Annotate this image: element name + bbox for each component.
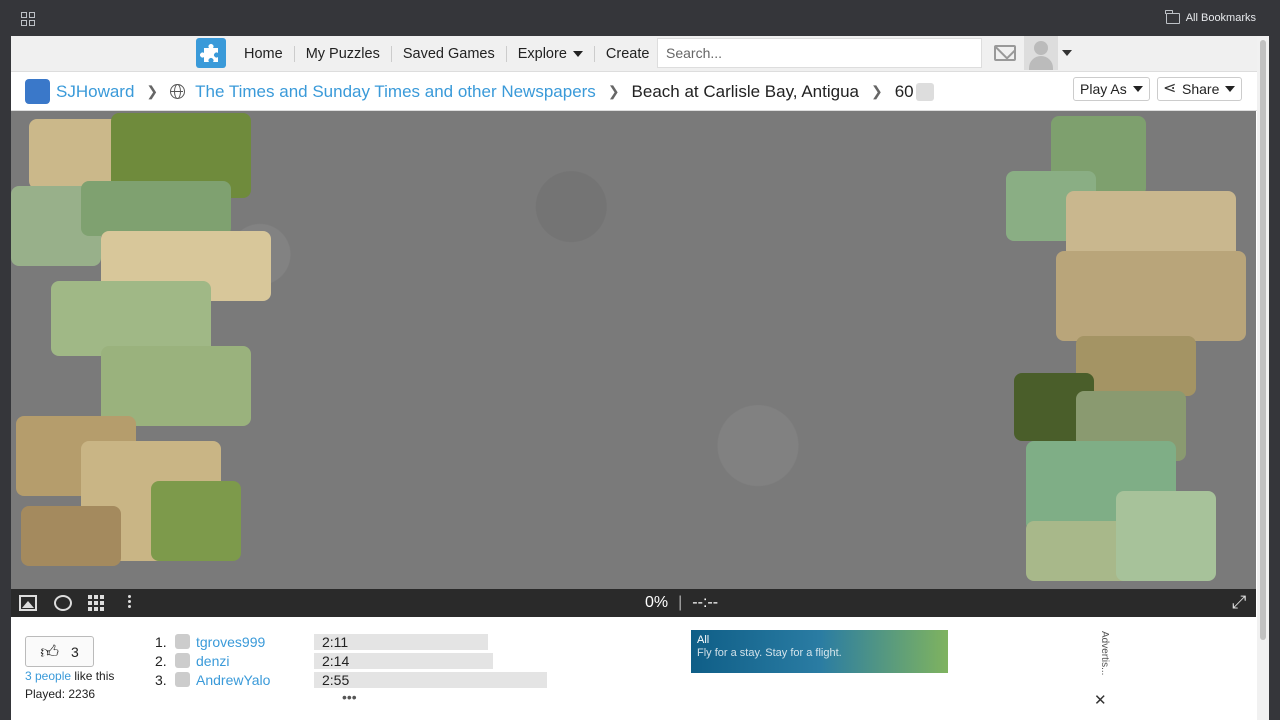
rank: 3.: [155, 671, 167, 688]
breadcrumb-collection[interactable]: The Times and Sunday Times and other New…: [195, 82, 596, 102]
puzzle-piece[interactable]: [1076, 336, 1196, 396]
puzzle-piece[interactable]: [51, 281, 211, 356]
avatar: [175, 653, 190, 668]
play-as-label: Play As: [1080, 81, 1127, 97]
share-label: Share: [1182, 81, 1220, 97]
nav-saved-games[interactable]: Saved Games: [392, 46, 507, 62]
breadcrumb-user[interactable]: SJHoward: [56, 82, 134, 102]
progress-display: 0% | --:--: [645, 594, 718, 612]
likes-suffix: like this: [71, 669, 115, 683]
all-bookmarks-label: All Bookmarks: [1185, 12, 1256, 24]
play-as-button[interactable]: Play As: [1073, 77, 1150, 101]
solve-time: 2:11: [314, 633, 488, 650]
author-avatar[interactable]: [25, 79, 50, 104]
piece-pile-right[interactable]: [996, 111, 1256, 589]
page-scrollbar[interactable]: [1257, 36, 1269, 720]
ad-tag: All: [697, 634, 710, 646]
rank: 1.: [155, 633, 167, 650]
chevron-right-icon: ❯: [607, 83, 620, 99]
piece-count[interactable]: 60: [895, 82, 934, 102]
leaderboard: 1. tgroves999 2:11 2. denzi 2:14 3. Andr…: [155, 632, 547, 689]
ad-label: Advertis...: [1099, 631, 1110, 676]
ad-banner[interactable]: All Fly for a stay. Stay for a flight.: [691, 630, 948, 673]
chevron-down-icon: [1225, 86, 1236, 92]
leaderboard-row: 3. AndrewYalo 2:55: [155, 670, 547, 689]
timer: --:--: [692, 594, 719, 611]
puzzle-piece[interactable]: [29, 119, 119, 189]
more-scores-button[interactable]: •••: [342, 689, 357, 705]
puzzle-board[interactable]: [11, 111, 1256, 589]
fullscreen-icon[interactable]: [1232, 592, 1248, 613]
sort-pieces-icon[interactable]: [88, 595, 104, 611]
apps-grid-icon[interactable]: [21, 12, 35, 26]
puzzle-piece[interactable]: [151, 481, 241, 561]
globe-icon: [170, 84, 186, 99]
leaderboard-row: 1. tgroves999 2:11: [155, 632, 547, 651]
chevron-down-icon[interactable]: [1062, 50, 1072, 56]
scrollbar-thumb[interactable]: [1260, 40, 1266, 640]
puzzle-piece[interactable]: [101, 346, 251, 426]
played-count: Played: 2236: [25, 687, 96, 701]
progress-percent: 0%: [645, 594, 669, 611]
puzzle-piece[interactable]: [1116, 491, 1216, 581]
leaderboard-row: 2. denzi 2:14: [155, 651, 547, 670]
piece-pile-left[interactable]: [11, 111, 281, 589]
mail-icon[interactable]: [994, 45, 1016, 61]
browser-bookmarks-bar: All Bookmarks: [0, 0, 1280, 36]
more-options-icon[interactable]: [128, 595, 132, 611]
progress-divider: |: [678, 594, 683, 611]
nav-explore-label: Explore: [517, 46, 567, 62]
chevron-right-icon: ❯: [146, 83, 159, 99]
chevron-down-icon: [572, 51, 583, 57]
puzzle-piece[interactable]: [21, 506, 121, 566]
chevron-down-icon: [1132, 86, 1143, 92]
puzzle-piece[interactable]: [81, 181, 231, 236]
nav-home[interactable]: Home: [233, 46, 295, 62]
likes-summary: 3 people like this: [25, 669, 114, 683]
piece-count-value: 60: [894, 81, 914, 101]
ad-headline: Fly for a stay. Stay for a flight.: [697, 647, 842, 659]
ghost-image-icon[interactable]: [54, 595, 72, 611]
puzzle-title: Beach at Carlisle Bay, Antigua: [631, 81, 859, 101]
preview-image-icon[interactable]: [19, 595, 37, 611]
nav-explore[interactable]: Explore: [507, 46, 595, 62]
chevron-right-icon: ❯: [870, 83, 883, 99]
puzzle-piece-icon: [915, 82, 934, 101]
like-count: 3: [71, 643, 79, 660]
rank: 2.: [155, 652, 167, 669]
search-input[interactable]: [657, 38, 982, 68]
likes-link[interactable]: 3 people: [25, 669, 71, 683]
avatar: [175, 634, 190, 649]
thumbs-up-icon: 👍︎: [40, 641, 59, 662]
site-nav: Home My Puzzles Saved Games Explore Crea…: [11, 36, 1268, 72]
folder-icon: [1165, 9, 1180, 24]
site-logo[interactable]: [196, 38, 226, 68]
page: Home My Puzzles Saved Games Explore Crea…: [11, 36, 1268, 720]
breadcrumb: SJHoward ❯ The Times and Sunday Times an…: [11, 73, 1268, 111]
share-icon: [1163, 78, 1176, 98]
nav-create[interactable]: Create: [595, 46, 661, 62]
solve-time: 2:55: [314, 671, 547, 688]
nav-my-puzzles[interactable]: My Puzzles: [295, 46, 392, 62]
nav-links: Home My Puzzles Saved Games Explore Crea…: [233, 36, 660, 72]
avatar: [175, 672, 190, 687]
puzzle-piece[interactable]: [1056, 251, 1246, 341]
player-name[interactable]: tgroves999: [196, 634, 314, 650]
board-toolbar: 0% | --:--: [11, 589, 1256, 617]
like-button[interactable]: 👍︎ 3: [25, 636, 94, 667]
player-name[interactable]: AndrewYalo: [196, 672, 314, 688]
share-button[interactable]: Share: [1157, 77, 1243, 101]
puzzle-footer: 👍︎ 3 3 people like this Played: 2236 1. …: [11, 617, 1268, 720]
solve-time: 2:14: [314, 652, 493, 669]
player-name[interactable]: denzi: [196, 653, 314, 669]
user-avatar[interactable]: [1024, 36, 1058, 70]
close-icon[interactable]: ✕: [1094, 691, 1107, 709]
all-bookmarks-button[interactable]: All Bookmarks: [1165, 9, 1256, 24]
